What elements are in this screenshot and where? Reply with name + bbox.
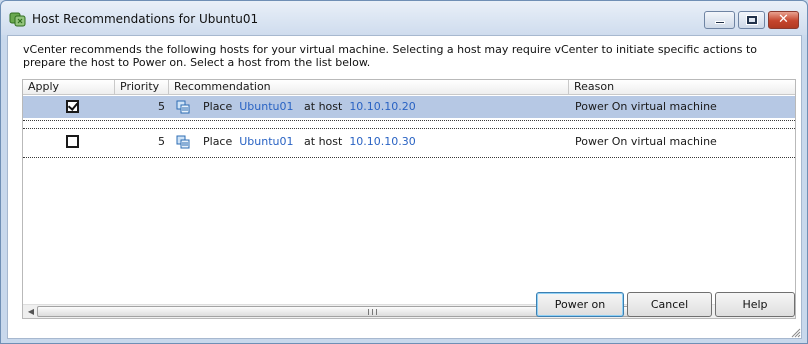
recommendation-cell: Place Ubuntu01 at host 10.10.10.30	[203, 131, 416, 153]
priority-cell: 5	[158, 100, 165, 113]
scrollbar-grip-icon	[368, 309, 377, 315]
scroll-left-icon[interactable]: ◀	[24, 305, 38, 319]
host-link[interactable]: 10.10.10.20	[349, 100, 415, 113]
close-icon: ✕	[778, 12, 789, 27]
minimize-button[interactable]	[704, 11, 735, 29]
recommendations-table: Apply Priority Recommendation Reason 5 P…	[22, 79, 796, 319]
priority-cell: 5	[158, 135, 165, 148]
place-label: Place	[203, 135, 233, 148]
resize-grip-icon[interactable]	[789, 326, 801, 338]
dialog-content: vCenter recommends the following hosts f…	[7, 35, 802, 339]
table-header: Apply Priority Recommendation Reason	[23, 80, 795, 95]
reason-cell: Power On virtual machine	[575, 135, 717, 148]
host-vm-icon	[176, 100, 190, 114]
minimize-icon	[715, 21, 725, 24]
place-label: Place	[203, 100, 233, 113]
row-separator	[23, 120, 795, 121]
maximize-icon	[747, 16, 757, 24]
host-link[interactable]: 10.10.10.30	[349, 135, 415, 148]
column-header-reason[interactable]: Reason	[569, 80, 795, 95]
vm-link[interactable]: Ubuntu01	[239, 100, 293, 113]
column-header-apply[interactable]: Apply	[23, 80, 115, 95]
maximize-button[interactable]	[738, 11, 765, 29]
column-header-recommendation[interactable]: Recommendation	[169, 80, 569, 95]
at-host-label: at host	[304, 135, 343, 148]
apply-checkbox[interactable]	[66, 100, 79, 113]
recommendation-cell: Place Ubuntu01 at host 10.10.10.20	[203, 96, 416, 118]
cancel-button[interactable]: Cancel	[627, 292, 712, 317]
description-text: vCenter recommends the following hosts f…	[23, 43, 758, 69]
title-bar[interactable]: Host Recommendations for Ubuntu01 ✕	[1, 1, 807, 35]
close-button[interactable]: ✕	[768, 11, 799, 29]
window-title: Host Recommendations for Ubuntu01	[32, 12, 259, 26]
table-row[interactable]: 5 Place Ubuntu01 at host 10.10.10.20 Pow…	[23, 96, 795, 118]
row-separator	[23, 128, 795, 129]
vcenter-app-icon	[9, 12, 26, 27]
table-row[interactable]: 5 Place Ubuntu01 at host 10.10.10.30 Pow…	[23, 131, 795, 153]
at-host-label: at host	[304, 100, 343, 113]
row-separator	[23, 157, 795, 158]
reason-cell: Power On virtual machine	[575, 100, 717, 113]
host-vm-icon	[176, 135, 190, 149]
dialog-window: Host Recommendations for Ubuntu01 ✕ vCen…	[0, 0, 808, 344]
apply-checkbox[interactable]	[66, 135, 79, 148]
vm-link[interactable]: Ubuntu01	[239, 135, 293, 148]
help-button[interactable]: Help	[715, 292, 795, 317]
power-on-button[interactable]: Power on	[536, 292, 624, 317]
column-header-priority[interactable]: Priority	[115, 80, 169, 95]
